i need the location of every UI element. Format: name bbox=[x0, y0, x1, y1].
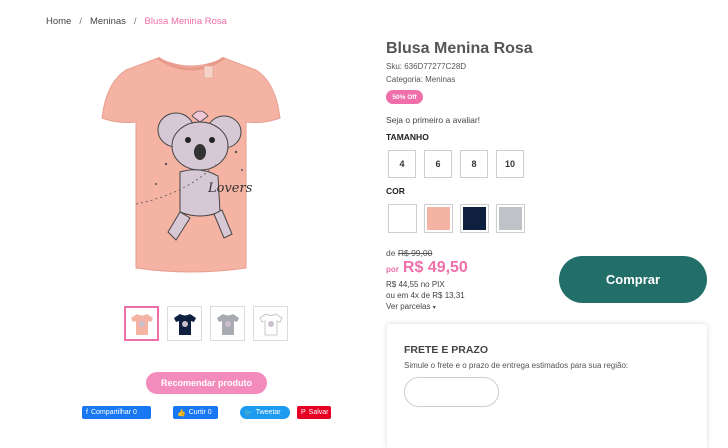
color-swatch[interactable] bbox=[496, 204, 525, 233]
breadcrumb-current: Blusa Menina Rosa bbox=[144, 16, 227, 27]
facebook-share-button[interactable]: f Compartilhar 0 bbox=[82, 406, 151, 419]
pinterest-save-button[interactable]: P Salvar bbox=[297, 406, 331, 419]
color-options bbox=[388, 204, 525, 233]
old-price-value: R$ 99,00 bbox=[397, 248, 433, 258]
product-main-image[interactable]: Lovers bbox=[96, 44, 286, 276]
tshirt-print-text: Lovers bbox=[207, 181, 253, 196]
buy-button[interactable]: Comprar bbox=[559, 256, 707, 303]
installments-text: ou em 4x de R$ 13,31 bbox=[386, 291, 465, 300]
color-label: COR bbox=[386, 186, 405, 196]
installments-link[interactable]: Ver parcelas ▾ bbox=[386, 302, 436, 311]
tshirt-icon bbox=[258, 313, 283, 335]
current-price-prefix: por bbox=[386, 265, 399, 274]
old-price-prefix: de bbox=[386, 248, 396, 258]
pink-tshirt-illustration: Lovers bbox=[101, 56, 281, 273]
breadcrumb-separator: / bbox=[133, 16, 137, 27]
color-swatch[interactable] bbox=[424, 204, 453, 233]
shipping-description: Simule o frete e o prazo de entrega esti… bbox=[404, 361, 629, 370]
product-title: Blusa Menina Rosa bbox=[386, 40, 533, 57]
size-options: 4 6 8 10 bbox=[388, 150, 524, 178]
facebook-like-label: Curtir 0 bbox=[188, 409, 212, 416]
product-sku: Sku: 636D77277C28D bbox=[386, 62, 467, 71]
tshirt-icon bbox=[130, 313, 153, 335]
current-price: por R$ 49,50 bbox=[386, 259, 468, 277]
facebook-share-label: Compartilhar 0 bbox=[90, 409, 137, 416]
installments-link-label: Ver parcelas bbox=[386, 302, 431, 311]
pix-price: R$ 44,55 no PIX bbox=[386, 280, 445, 289]
product-thumbnail[interactable] bbox=[124, 306, 159, 341]
tshirt-icon bbox=[173, 313, 196, 335]
product-thumbnail[interactable] bbox=[253, 306, 288, 341]
size-option[interactable]: 4 bbox=[388, 150, 416, 178]
breadcrumb-separator: / bbox=[79, 16, 82, 27]
old-price: de R$ 99,00 bbox=[386, 248, 432, 258]
product-thumbnail[interactable] bbox=[210, 306, 245, 341]
chevron-down-icon: ▾ bbox=[432, 305, 436, 311]
tweet-label: Tweetar bbox=[255, 409, 281, 416]
current-price-value: R$ 49,50 bbox=[402, 259, 468, 276]
size-option[interactable]: 6 bbox=[424, 150, 452, 178]
breadcrumb-home-link[interactable]: Home bbox=[46, 16, 71, 27]
shipping-title: FRETE E PRAZO bbox=[404, 344, 489, 356]
thumbnail-gallery bbox=[124, 306, 288, 341]
twitter-bird-icon: 🐦 bbox=[244, 409, 253, 417]
size-option[interactable]: 10 bbox=[496, 150, 524, 178]
pinterest-save-label: Salvar bbox=[308, 409, 329, 416]
breadcrumb: Home / Meninas / Blusa Menina Rosa bbox=[46, 16, 227, 27]
color-swatch-fill bbox=[499, 207, 522, 230]
size-label: TAMANHO bbox=[386, 132, 429, 142]
color-swatch-fill bbox=[463, 207, 486, 230]
shipping-panel: FRETE E PRAZO Simule o frete e o prazo d… bbox=[387, 324, 707, 448]
facebook-like-button[interactable]: 👍 Curtir 0 bbox=[173, 406, 218, 419]
tshirt-icon bbox=[216, 313, 239, 335]
facebook-icon: f bbox=[86, 409, 88, 416]
color-swatch-fill bbox=[427, 207, 450, 230]
tweet-button[interactable]: 🐦 Tweetar bbox=[240, 406, 290, 419]
color-swatch-fill bbox=[391, 207, 414, 230]
color-swatch[interactable] bbox=[460, 204, 489, 233]
size-option[interactable]: 8 bbox=[460, 150, 488, 178]
color-swatch[interactable] bbox=[388, 204, 417, 233]
review-link[interactable]: Seja o primeiro a avaliar! bbox=[386, 115, 480, 125]
recommend-product-button[interactable]: Recomendar produto bbox=[146, 372, 267, 394]
postal-code-input[interactable] bbox=[404, 377, 499, 407]
pinterest-icon: P bbox=[301, 409, 306, 416]
product-thumbnail[interactable] bbox=[167, 306, 202, 341]
breadcrumb-category-link[interactable]: Meninas bbox=[90, 16, 126, 27]
product-category: Categoria: Meninas bbox=[386, 75, 456, 84]
discount-badge: 50% Off bbox=[386, 90, 423, 104]
thumbs-up-icon: 👍 bbox=[177, 409, 186, 417]
